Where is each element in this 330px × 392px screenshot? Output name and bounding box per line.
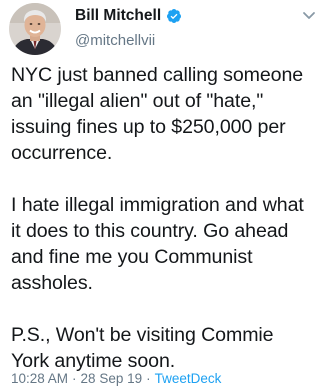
tweet-paragraph: P.S., Won't be visiting Commie York anyt… — [11, 324, 274, 372]
meta-separator: · — [72, 371, 77, 386]
tweet-paragraph: NYC just banned calling someone an "ille… — [11, 64, 304, 164]
avatar[interactable] — [9, 3, 61, 55]
meta-separator: · — [146, 371, 151, 386]
tweet-time[interactable]: 10:28 AM — [11, 371, 68, 386]
tweet-text: NYC just banned calling someone an "ille… — [11, 62, 327, 374]
handle[interactable]: @mitchellvii — [75, 32, 182, 49]
tweet-paragraph: I hate illegal immigration and what it d… — [11, 194, 304, 294]
tweet-source-link[interactable]: TweetDeck — [155, 371, 222, 386]
display-name-row: Bill Mitchell — [75, 6, 182, 26]
tweet-card: Bill Mitchell @mitchellvii NYC just bann… — [0, 0, 330, 392]
tweet-meta: 10:28 AM · 28 Sep 19 · TweetDeck — [11, 371, 221, 386]
avatar-image — [9, 3, 61, 55]
verified-badge-icon — [166, 8, 182, 24]
display-name[interactable]: Bill Mitchell — [75, 7, 161, 25]
tweet-date[interactable]: 28 Sep 19 — [81, 371, 143, 386]
chevron-down-icon[interactable] — [300, 6, 318, 24]
author-info: Bill Mitchell @mitchellvii — [75, 6, 182, 49]
